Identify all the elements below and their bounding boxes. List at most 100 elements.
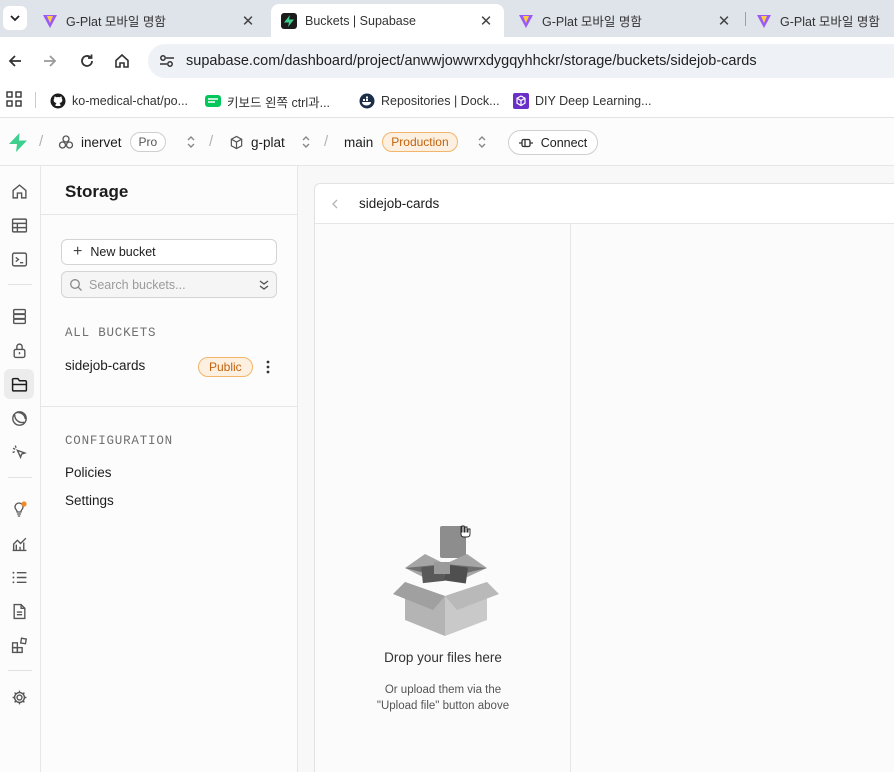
globe-icon bbox=[11, 410, 27, 426]
tab-search-menu-button[interactable] bbox=[3, 6, 27, 30]
reload-button[interactable] bbox=[75, 49, 99, 73]
forward-button[interactable] bbox=[38, 49, 62, 73]
vite-logo-icon bbox=[519, 14, 533, 28]
database-icon bbox=[12, 308, 26, 324]
apps-grid-icon[interactable] bbox=[6, 91, 22, 107]
nav-storage[interactable] bbox=[4, 369, 34, 399]
nav-table-editor[interactable] bbox=[4, 210, 34, 240]
bucket-name: sidejob-cards bbox=[65, 358, 146, 373]
home-icon bbox=[11, 183, 27, 199]
sort-chevrons-icon[interactable] bbox=[258, 278, 270, 292]
github-icon bbox=[50, 93, 66, 109]
tab-title: G-Plat 모바일 명함 bbox=[542, 15, 642, 29]
file-explorer-header: sidejob-cards bbox=[315, 184, 894, 224]
home-icon bbox=[115, 53, 129, 68]
search-icon bbox=[70, 279, 82, 291]
browser-toolbar: supabase.com/dashboard/project/anwwjowwr… bbox=[0, 37, 894, 85]
nav-database[interactable] bbox=[4, 301, 34, 331]
reload-icon bbox=[81, 54, 93, 67]
browser-tab-4[interactable]: G-Plat 모바일 명함 bbox=[746, 4, 894, 37]
nav-api-docs[interactable] bbox=[4, 596, 34, 626]
chevrons-up-down-icon[interactable] bbox=[477, 134, 487, 150]
bucket-title: sidejob-cards bbox=[359, 196, 440, 211]
home-button[interactable] bbox=[110, 49, 134, 73]
arrow-right-icon bbox=[44, 55, 57, 67]
nav-realtime[interactable] bbox=[4, 437, 34, 467]
nav-sql-editor[interactable] bbox=[4, 244, 34, 274]
main-nav-rail bbox=[0, 166, 41, 772]
storage-icon bbox=[11, 377, 27, 392]
nav-separator bbox=[8, 477, 32, 478]
connect-button[interactable]: Connect bbox=[508, 130, 598, 155]
branch-selector[interactable]: main Production bbox=[344, 118, 458, 166]
breadcrumb-separator: / bbox=[39, 133, 44, 150]
gear-icon bbox=[12, 690, 26, 704]
close-tab-icon[interactable]: ✕ bbox=[716, 12, 732, 30]
browser-tab-2[interactable]: Buckets | Supabase ✕ bbox=[271, 4, 504, 37]
search-buckets-input[interactable] bbox=[89, 275, 249, 294]
site-settings-icon[interactable] bbox=[158, 52, 176, 70]
branch-name: main bbox=[344, 134, 374, 150]
connect-label: Connect bbox=[540, 135, 588, 150]
plan-badge: Pro bbox=[129, 132, 167, 152]
bookmark-label: Repositories | Dock... bbox=[381, 94, 500, 108]
list-icon bbox=[11, 571, 26, 583]
vite-logo-icon bbox=[757, 14, 771, 28]
chevrons-up-down-icon[interactable] bbox=[186, 134, 196, 150]
drop-files-subtitle-line: "Upload file" button above bbox=[376, 700, 510, 712]
breadcrumb-separator: / bbox=[209, 133, 214, 150]
bookmark-item[interactable]: DIY Deep Learning... bbox=[513, 90, 652, 112]
browser-tab-3[interactable]: G-Plat 모바일 명함 ✕ bbox=[508, 4, 742, 37]
box-icon bbox=[230, 135, 243, 149]
supabase-logo-icon[interactable] bbox=[9, 133, 27, 152]
nav-advisors[interactable] bbox=[4, 494, 34, 524]
close-tab-icon[interactable]: ✕ bbox=[478, 12, 494, 30]
nav-reports[interactable] bbox=[4, 528, 34, 558]
lightbulb-icon bbox=[14, 501, 27, 517]
drop-files-title: Drop your files here bbox=[384, 650, 502, 665]
nav-authentication[interactable] bbox=[4, 335, 34, 365]
org-selector[interactable]: inervet Pro bbox=[58, 118, 167, 166]
project-selector[interactable]: g-plat bbox=[229, 118, 285, 166]
chevron-left-icon[interactable] bbox=[329, 196, 341, 212]
bucket-search bbox=[61, 271, 277, 298]
nav-integrations[interactable] bbox=[4, 630, 34, 660]
policies-link[interactable]: Policies bbox=[65, 465, 112, 480]
close-tab-icon[interactable]: ✕ bbox=[240, 12, 256, 30]
browser-tab-1[interactable]: G-Plat 모바일 명함 ✕ bbox=[32, 4, 266, 37]
chart-icon bbox=[12, 537, 26, 551]
tab-title: G-Plat 모바일 명함 bbox=[66, 15, 166, 29]
bookmark-label: DIY Deep Learning... bbox=[535, 94, 652, 108]
bookmark-item[interactable]: ko-medical-chat/po... bbox=[50, 90, 188, 112]
bookmark-label: 키보드 왼쪽 ctrl과... bbox=[227, 95, 331, 110]
address-bar[interactable]: supabase.com/dashboard/project/anwwjowwr… bbox=[148, 44, 894, 78]
new-bucket-label: New bucket bbox=[90, 245, 156, 259]
sidebar-title: Storage bbox=[65, 182, 129, 201]
url-text: supabase.com/dashboard/project/anwwjowwr… bbox=[186, 53, 757, 69]
blocks-icon bbox=[11, 636, 27, 653]
nav-project-settings[interactable] bbox=[4, 682, 34, 712]
project-name: g-plat bbox=[251, 134, 285, 150]
bookmark-item[interactable]: 키보드 왼쪽 ctrl과... bbox=[205, 90, 330, 112]
document-icon bbox=[12, 603, 26, 619]
nav-logs[interactable] bbox=[4, 562, 34, 592]
org-icon bbox=[58, 135, 74, 149]
chevrons-up-down-icon[interactable] bbox=[301, 134, 311, 150]
plug-icon bbox=[518, 138, 533, 147]
browser-tab-strip: G-Plat 모바일 명함 ✕ Buckets | Supabase ✕ G-P… bbox=[0, 0, 894, 37]
bucket-list-item[interactable]: sidejob-cards Public bbox=[53, 355, 285, 379]
new-bucket-button[interactable]: + New bucket bbox=[61, 239, 277, 265]
open-box-icon bbox=[393, 525, 499, 636]
settings-link[interactable]: Settings bbox=[65, 493, 114, 508]
more-options-icon[interactable] bbox=[263, 357, 273, 377]
bookmark-item[interactable]: Repositories | Dock... bbox=[359, 90, 500, 112]
nav-separator bbox=[8, 284, 32, 285]
supabase-favicon-icon bbox=[281, 12, 297, 29]
main-content: sidejob-cards Drop your files here Or up… bbox=[298, 166, 894, 772]
environment-badge: Production bbox=[382, 132, 458, 152]
nav-home[interactable] bbox=[4, 176, 34, 206]
back-button[interactable] bbox=[3, 49, 27, 73]
lock-icon bbox=[12, 343, 26, 358]
nav-edge-functions[interactable] bbox=[4, 403, 34, 433]
bookmarks-bar: ko-medical-chat/po... 키보드 왼쪽 ctrl과... Re… bbox=[0, 85, 894, 118]
